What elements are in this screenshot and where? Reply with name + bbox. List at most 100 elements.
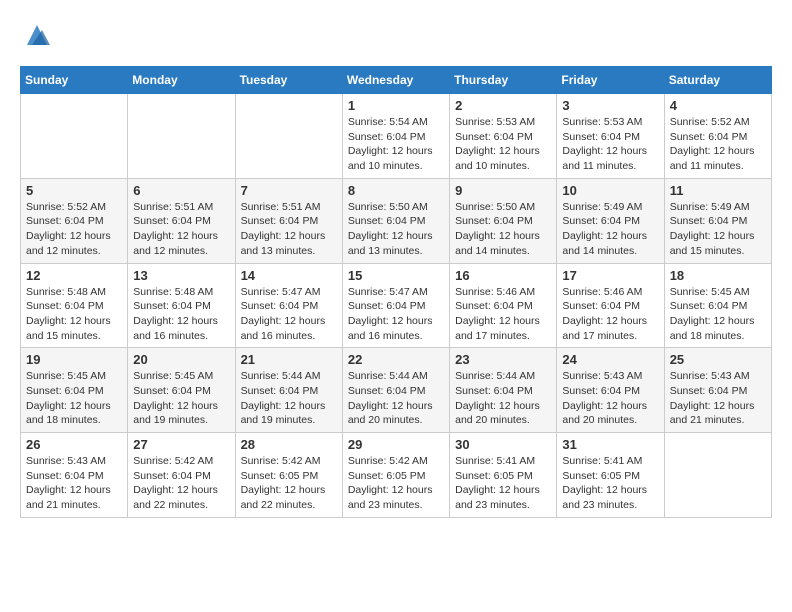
- weekday-header: Tuesday: [235, 67, 342, 94]
- calendar-cell: 3 Sunrise: 5:53 AM Sunset: 6:04 PM Daylig…: [557, 94, 664, 179]
- day-number: 13: [133, 268, 229, 283]
- day-info: Sunrise: 5:43 AM Sunset: 6:04 PM Dayligh…: [562, 369, 658, 428]
- day-info: Sunrise: 5:45 AM Sunset: 6:04 PM Dayligh…: [133, 369, 229, 428]
- day-number: 3: [562, 98, 658, 113]
- day-info: Sunrise: 5:46 AM Sunset: 6:04 PM Dayligh…: [455, 285, 551, 344]
- calendar-cell: 19 Sunrise: 5:45 AM Sunset: 6:04 PM Dayli…: [21, 348, 128, 433]
- day-number: 11: [670, 183, 766, 198]
- weekday-header: Friday: [557, 67, 664, 94]
- day-info: Sunrise: 5:41 AM Sunset: 6:05 PM Dayligh…: [562, 454, 658, 513]
- day-info: Sunrise: 5:42 AM Sunset: 6:05 PM Dayligh…: [348, 454, 444, 513]
- day-number: 15: [348, 268, 444, 283]
- calendar-cell: 22 Sunrise: 5:44 AM Sunset: 6:04 PM Dayli…: [342, 348, 449, 433]
- day-number: 20: [133, 352, 229, 367]
- day-info: Sunrise: 5:42 AM Sunset: 6:04 PM Dayligh…: [133, 454, 229, 513]
- day-info: Sunrise: 5:43 AM Sunset: 6:04 PM Dayligh…: [670, 369, 766, 428]
- calendar-cell: 14Sunrise: 5:47 AM Sunset: 6:04 PM Dayli…: [235, 263, 342, 348]
- calendar-cell: 21 Sunrise: 5:44 AM Sunset: 6:04 PM Dayli…: [235, 348, 342, 433]
- calendar-cell: 28 Sunrise: 5:42 AM Sunset: 6:05 PM Dayli…: [235, 433, 342, 518]
- calendar-cell: 7 Sunrise: 5:51 AM Sunset: 6:04 PM Daylig…: [235, 178, 342, 263]
- logo: [20, 20, 52, 50]
- day-number: 28: [241, 437, 337, 452]
- day-info: Sunrise: 5:48 AM Sunset: 6:04 PM Dayligh…: [133, 285, 229, 344]
- day-number: 2: [455, 98, 551, 113]
- day-number: 27: [133, 437, 229, 452]
- day-number: 12: [26, 268, 122, 283]
- calendar-cell: [235, 94, 342, 179]
- day-info: Sunrise: 5:52 AM Sunset: 6:04 PM Dayligh…: [670, 115, 766, 174]
- calendar-cell: 30 Sunrise: 5:41 AM Sunset: 6:05 PM Dayli…: [450, 433, 557, 518]
- weekday-header: Sunday: [21, 67, 128, 94]
- page-header: [20, 20, 772, 50]
- calendar-cell: 9 Sunrise: 5:50 AM Sunset: 6:04 PM Daylig…: [450, 178, 557, 263]
- day-info: Sunrise: 5:45 AM Sunset: 6:04 PM Dayligh…: [670, 285, 766, 344]
- day-info: Sunrise: 5:49 AM Sunset: 6:04 PM Dayligh…: [562, 200, 658, 259]
- day-number: 21: [241, 352, 337, 367]
- calendar-table: SundayMondayTuesdayWednesdayThursdayFrid…: [20, 66, 772, 518]
- weekday-header: Saturday: [664, 67, 771, 94]
- day-info: Sunrise: 5:43 AM Sunset: 6:04 PM Dayligh…: [26, 454, 122, 513]
- day-info: Sunrise: 5:49 AM Sunset: 6:04 PM Dayligh…: [670, 200, 766, 259]
- day-info: Sunrise: 5:53 AM Sunset: 6:04 PM Dayligh…: [455, 115, 551, 174]
- calendar-cell: 29 Sunrise: 5:42 AM Sunset: 6:05 PM Dayli…: [342, 433, 449, 518]
- day-number: 22: [348, 352, 444, 367]
- calendar-cell: 25 Sunrise: 5:43 AM Sunset: 6:04 PM Dayli…: [664, 348, 771, 433]
- day-number: 30: [455, 437, 551, 452]
- calendar-cell: 11 Sunrise: 5:49 AM Sunset: 6:04 PM Dayli…: [664, 178, 771, 263]
- logo-icon: [22, 20, 52, 50]
- day-number: 18: [670, 268, 766, 283]
- calendar-cell: 16 Sunrise: 5:46 AM Sunset: 6:04 PM Dayli…: [450, 263, 557, 348]
- day-number: 10: [562, 183, 658, 198]
- calendar-cell: 12 Sunrise: 5:48 AM Sunset: 6:04 PM Dayli…: [21, 263, 128, 348]
- day-number: 1: [348, 98, 444, 113]
- calendar-cell: 4 Sunrise: 5:52 AM Sunset: 6:04 PM Daylig…: [664, 94, 771, 179]
- day-number: 23: [455, 352, 551, 367]
- calendar-cell: 18 Sunrise: 5:45 AM Sunset: 6:04 PM Dayli…: [664, 263, 771, 348]
- day-info: Sunrise: 5:47 AM Sunset: 6:04 PM Dayligh…: [241, 285, 337, 344]
- day-info: Sunrise: 5:45 AM Sunset: 6:04 PM Dayligh…: [26, 369, 122, 428]
- day-info: Sunrise: 5:52 AM Sunset: 6:04 PM Dayligh…: [26, 200, 122, 259]
- day-number: 29: [348, 437, 444, 452]
- day-number: 5: [26, 183, 122, 198]
- calendar-cell: 1 Sunrise: 5:54 AM Sunset: 6:04 PM Daylig…: [342, 94, 449, 179]
- calendar-cell: 2 Sunrise: 5:53 AM Sunset: 6:04 PM Daylig…: [450, 94, 557, 179]
- weekday-header: Thursday: [450, 67, 557, 94]
- day-number: 8: [348, 183, 444, 198]
- day-number: 26: [26, 437, 122, 452]
- calendar-cell: 23 Sunrise: 5:44 AM Sunset: 6:04 PM Dayli…: [450, 348, 557, 433]
- day-info: Sunrise: 5:54 AM Sunset: 6:04 PM Dayligh…: [348, 115, 444, 174]
- day-info: Sunrise: 5:44 AM Sunset: 6:04 PM Dayligh…: [455, 369, 551, 428]
- calendar-cell: 24 Sunrise: 5:43 AM Sunset: 6:04 PM Dayli…: [557, 348, 664, 433]
- day-info: Sunrise: 5:48 AM Sunset: 6:04 PM Dayligh…: [26, 285, 122, 344]
- calendar-cell: 13 Sunrise: 5:48 AM Sunset: 6:04 PM Dayli…: [128, 263, 235, 348]
- calendar-cell: 8Sunrise: 5:50 AM Sunset: 6:04 PM Daylig…: [342, 178, 449, 263]
- calendar-cell: 10 Sunrise: 5:49 AM Sunset: 6:04 PM Dayli…: [557, 178, 664, 263]
- day-number: 7: [241, 183, 337, 198]
- day-info: Sunrise: 5:44 AM Sunset: 6:04 PM Dayligh…: [241, 369, 337, 428]
- day-number: 19: [26, 352, 122, 367]
- calendar-cell: 6 Sunrise: 5:51 AM Sunset: 6:04 PM Daylig…: [128, 178, 235, 263]
- day-info: Sunrise: 5:46 AM Sunset: 6:04 PM Dayligh…: [562, 285, 658, 344]
- day-info: Sunrise: 5:42 AM Sunset: 6:05 PM Dayligh…: [241, 454, 337, 513]
- day-number: 31: [562, 437, 658, 452]
- day-info: Sunrise: 5:50 AM Sunset: 6:04 PM Dayligh…: [455, 200, 551, 259]
- day-number: 16: [455, 268, 551, 283]
- day-info: Sunrise: 5:51 AM Sunset: 6:04 PM Dayligh…: [241, 200, 337, 259]
- day-number: 25: [670, 352, 766, 367]
- calendar-cell: 5 Sunrise: 5:52 AM Sunset: 6:04 PM Daylig…: [21, 178, 128, 263]
- calendar-cell: 27 Sunrise: 5:42 AM Sunset: 6:04 PM Dayli…: [128, 433, 235, 518]
- day-info: Sunrise: 5:51 AM Sunset: 6:04 PM Dayligh…: [133, 200, 229, 259]
- day-number: 4: [670, 98, 766, 113]
- calendar-cell: 26 Sunrise: 5:43 AM Sunset: 6:04 PM Dayli…: [21, 433, 128, 518]
- day-number: 9: [455, 183, 551, 198]
- day-info: Sunrise: 5:44 AM Sunset: 6:04 PM Dayligh…: [348, 369, 444, 428]
- day-number: 17: [562, 268, 658, 283]
- calendar-cell: 20 Sunrise: 5:45 AM Sunset: 6:04 PM Dayli…: [128, 348, 235, 433]
- calendar-cell: [21, 94, 128, 179]
- calendar-cell: 17 Sunrise: 5:46 AM Sunset: 6:04 PM Dayli…: [557, 263, 664, 348]
- day-info: Sunrise: 5:41 AM Sunset: 6:05 PM Dayligh…: [455, 454, 551, 513]
- day-number: 6: [133, 183, 229, 198]
- calendar-cell: 15Sunrise: 5:47 AM Sunset: 6:04 PM Dayli…: [342, 263, 449, 348]
- day-info: Sunrise: 5:53 AM Sunset: 6:04 PM Dayligh…: [562, 115, 658, 174]
- day-number: 24: [562, 352, 658, 367]
